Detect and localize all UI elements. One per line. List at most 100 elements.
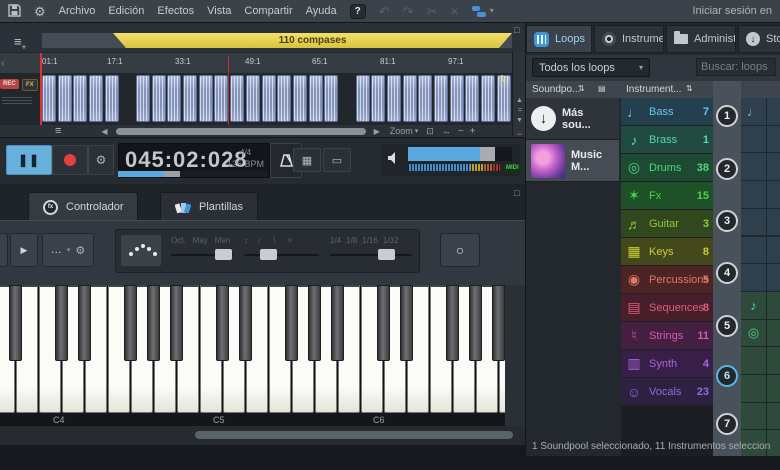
audio-clip[interactable] xyxy=(167,75,182,122)
menu-efectos[interactable]: Efectos xyxy=(157,5,194,17)
loops-filter-dropdown[interactable]: Todos los loops ▾ xyxy=(532,58,650,77)
loop-cell[interactable] xyxy=(767,402,780,431)
loop-cell[interactable] xyxy=(767,319,780,348)
edge-button[interactable] xyxy=(0,233,8,267)
loop-cell[interactable] xyxy=(741,125,767,154)
play-arp-button[interactable]: ▶ xyxy=(10,233,38,267)
zoom-label[interactable]: Zoom xyxy=(390,126,413,136)
audio-clip[interactable] xyxy=(308,75,323,122)
tone-number[interactable]: 4 xyxy=(716,262,738,284)
zoom-caret-icon[interactable]: ▾ xyxy=(415,127,419,135)
loop-cell[interactable] xyxy=(767,153,780,182)
loop-cell[interactable] xyxy=(741,264,767,292)
piano-key-black[interactable] xyxy=(377,285,390,361)
loop-cell[interactable] xyxy=(741,375,767,403)
loop-cell[interactable]: ◎ xyxy=(741,319,767,348)
pause-button[interactable]: ❚❚ xyxy=(6,145,52,175)
soundpool-sort-icon[interactable]: ⇅ xyxy=(578,84,585,93)
piano-view-button[interactable]: ▦ xyxy=(293,148,321,172)
transport-settings-button[interactable]: ⚙ xyxy=(88,145,114,175)
audio-clip[interactable] xyxy=(230,75,245,122)
scale-label[interactable]: Men xyxy=(215,236,231,245)
note-value-label[interactable]: 1/4 xyxy=(330,236,341,245)
mixer-view-button[interactable]: ▭ xyxy=(323,148,351,172)
instrument-row-fx[interactable]: ✶ Fx 15 xyxy=(621,182,713,210)
loop-cell[interactable] xyxy=(767,181,780,209)
piano-key-black[interactable] xyxy=(170,285,183,361)
instrument-row-synth[interactable]: ▥ Synth 4 xyxy=(621,350,713,378)
audio-clip[interactable] xyxy=(136,75,151,122)
tone-number[interactable]: 2 xyxy=(716,158,738,180)
tone-number[interactable]: 1 xyxy=(716,105,738,127)
instrument-row-vocals[interactable]: ☺ Vocals 23 xyxy=(621,378,713,406)
loop-cell[interactable]: ♩ xyxy=(741,98,767,126)
loop-cell[interactable] xyxy=(767,264,780,292)
tab-controlador[interactable]: fx Controlador xyxy=(28,192,139,221)
menu-vista[interactable]: Vista xyxy=(207,5,231,17)
soundpool-more[interactable]: ↓ Más sou... xyxy=(526,98,619,140)
arranger-maximize-icon[interactable]: □ xyxy=(514,25,519,35)
audio-clip[interactable] xyxy=(449,75,464,122)
redo-icon[interactable]: ↷ xyxy=(403,5,414,18)
settings-gears-icon[interactable]: ⚙ xyxy=(34,5,46,18)
audio-clip[interactable] xyxy=(481,75,496,122)
delete-icon[interactable]: × xyxy=(451,4,459,18)
piano-key-black[interactable] xyxy=(124,285,137,361)
piano-key-black[interactable] xyxy=(285,285,298,361)
tab-plantillas[interactable]: Plantillas xyxy=(160,192,259,221)
audio-clip[interactable] xyxy=(183,75,198,122)
loop-cell[interactable] xyxy=(741,347,767,375)
audio-clip[interactable] xyxy=(89,75,104,122)
loop-cell[interactable] xyxy=(741,402,767,431)
tone-number-selected[interactable]: 6 xyxy=(716,365,738,387)
timeline-ruler[interactable]: ‹ 01:1 17:1 33:1 49:1 65:1 81:1 97:1 xyxy=(0,52,512,75)
note-value-label[interactable]: 1/32 xyxy=(383,236,399,245)
hscroll-thumb[interactable] xyxy=(115,127,366,135)
panel-maximize-icon[interactable]: □ xyxy=(514,188,519,198)
audio-clip[interactable] xyxy=(465,75,480,122)
keyboard-hscroll-thumb[interactable] xyxy=(195,431,513,439)
piano-key-black[interactable] xyxy=(55,285,68,361)
preset-dropdown[interactable]: … ▾ ⚙ xyxy=(42,233,94,267)
audio-clip[interactable] xyxy=(434,75,448,122)
signin-label[interactable]: Iniciar sesión en xyxy=(693,5,773,17)
audio-clip[interactable] xyxy=(355,75,370,122)
piano-key-black[interactable] xyxy=(9,285,22,361)
scroll-up-icon[interactable]: ▲ xyxy=(516,97,523,104)
audio-clip[interactable] xyxy=(57,75,72,122)
instrument-row-brass[interactable]: ♪ Brass 1 xyxy=(621,126,713,154)
audio-clip[interactable] xyxy=(198,75,213,122)
piano-key-black[interactable] xyxy=(400,285,413,361)
loop-cell[interactable] xyxy=(741,181,767,209)
piano-key-black[interactable] xyxy=(469,285,482,361)
tab-administrar[interactable]: Administra... xyxy=(666,25,736,53)
menu-edicion[interactable]: Edición xyxy=(108,5,144,17)
loop-cell[interactable] xyxy=(741,208,767,237)
arpeggio-pattern-button[interactable] xyxy=(121,235,161,266)
tab-store[interactable]: ↓ Stor... xyxy=(738,25,780,53)
scale-label[interactable]: May xyxy=(193,236,208,245)
direction-symbol[interactable]: × xyxy=(287,236,292,245)
add-track-icon[interactable]: ≡+ xyxy=(14,34,26,52)
audio-clip[interactable] xyxy=(402,75,417,122)
tab-loops[interactable]: Loops xyxy=(526,25,592,53)
rec-button[interactable]: REC xyxy=(0,79,19,89)
volume-slider[interactable] xyxy=(408,147,512,161)
loop-cell[interactable] xyxy=(767,98,780,126)
instrument-row-keys[interactable]: ▦ Keys 8 xyxy=(621,238,713,266)
tone-number[interactable]: 3 xyxy=(716,210,738,232)
audio-clip[interactable] xyxy=(104,75,119,122)
loop-cell[interactable] xyxy=(741,153,767,182)
piano-key-black[interactable] xyxy=(78,285,91,361)
undo-icon[interactable]: ↶ xyxy=(379,5,390,18)
arrange-windows-icon[interactable] xyxy=(471,5,486,17)
zoom-in-icon[interactable]: + xyxy=(470,126,476,137)
record-button[interactable] xyxy=(52,145,88,175)
piano-key-black[interactable] xyxy=(147,285,160,361)
scroll-down-icon[interactable]: ▼ xyxy=(516,117,523,124)
help-badge-icon[interactable]: ? xyxy=(349,3,366,19)
audio-clip[interactable] xyxy=(245,75,260,122)
piano-key-black[interactable] xyxy=(446,285,459,361)
direction-symbol[interactable]: ∖ xyxy=(271,236,276,245)
instrument-row-sequences[interactable]: ▤ Sequences 8 xyxy=(621,294,713,322)
